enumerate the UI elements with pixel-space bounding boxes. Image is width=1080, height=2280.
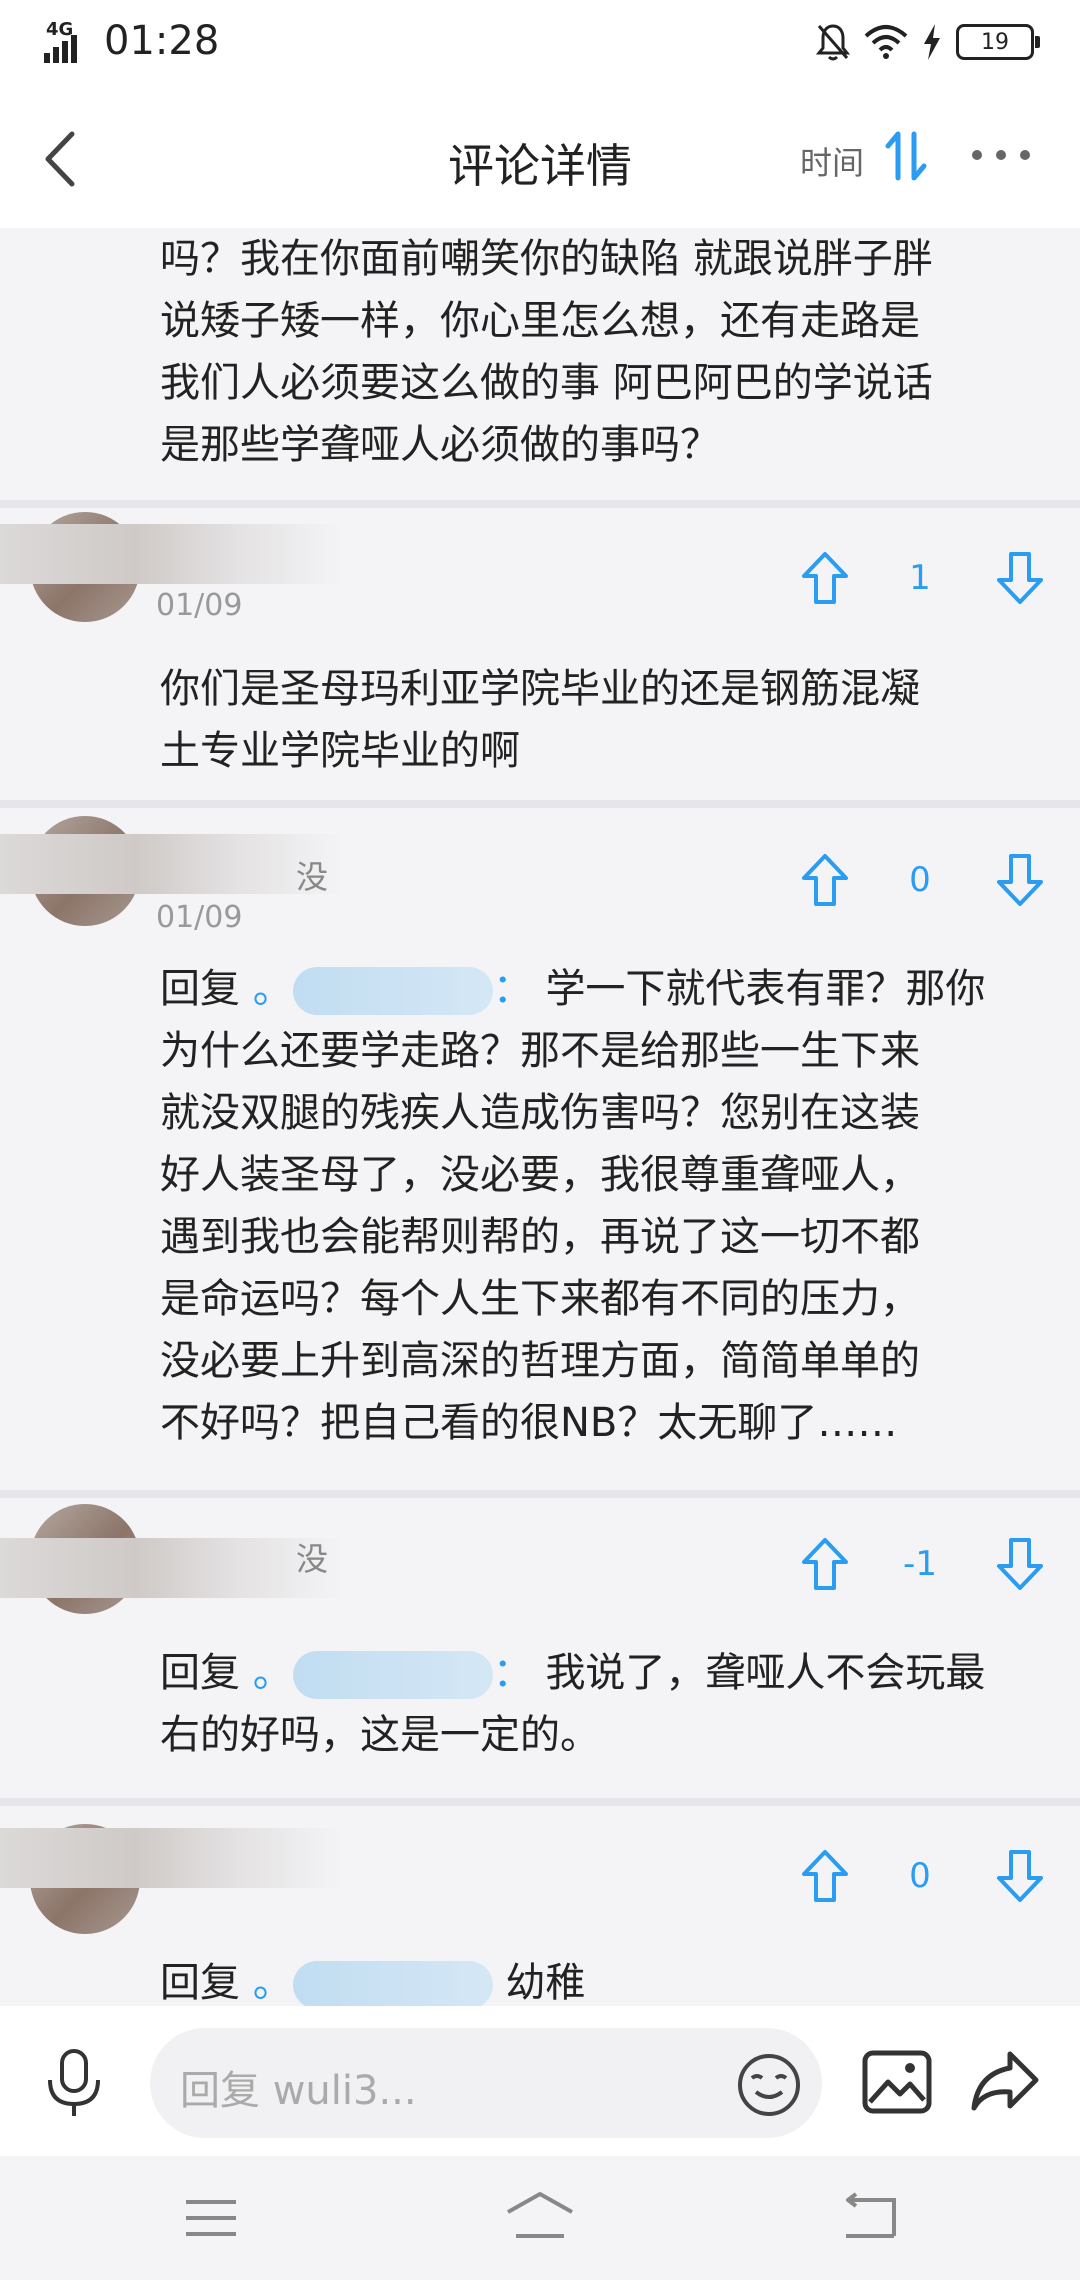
wifi-icon <box>864 25 908 59</box>
divider <box>0 1490 1080 1498</box>
comment-text: 回复 。： 学一下就代表有罪？那你 为什么还要学走路？那不是给那些一生下来 就没… <box>160 958 1040 1454</box>
battery-level: 19 <box>981 29 1009 55</box>
comment-item: 吗？我在你面前嘲笑你的缺陷 就跟说胖子胖 说矮子矮一样，你心里怎么想，还有走路是… <box>0 228 1080 500</box>
comment-line-rest: 我说了，聋哑人不会玩最 <box>545 1650 986 1696</box>
thumb-up-icon[interactable] <box>800 852 850 908</box>
vote-bar: 0 <box>0 852 1080 912</box>
share-icon[interactable] <box>970 2050 1040 2112</box>
comment-line: 好人装圣母了，没必要，我很尊重聋哑人， <box>160 1152 920 1198</box>
emoji-icon[interactable] <box>736 2052 802 2118</box>
comment-line: 为什么还要学走路？那不是给那些一生下来 <box>160 1028 920 1074</box>
comment-line: 回复 。： 学一下就代表有罪？那你 <box>160 958 1040 1020</box>
thumb-up-icon[interactable] <box>800 1848 850 1904</box>
comment-line: 就没双腿的残疾人造成伤害吗？您别在这装 <box>160 1090 920 1136</box>
mention-colon: ： <box>492 1650 533 1696</box>
system-nav-bar <box>0 2156 1080 2280</box>
comment-text: 回复 。： 我说了，聋哑人不会玩最 右的好吗，这是一定的。 <box>160 1642 1040 1766</box>
status-bar: 4G 01:28 19 <box>0 0 1080 90</box>
vote-count: 0 <box>909 860 931 900</box>
reply-placeholder: 回复 wuli3... <box>180 2068 417 2114</box>
divider <box>0 500 1080 508</box>
mention-link[interactable]: 。 <box>252 1960 493 2009</box>
microphone-icon[interactable] <box>42 2048 106 2118</box>
comment-line: 回复 。： 我说了，聋哑人不会玩最 <box>160 1642 1040 1704</box>
divider <box>0 800 1080 808</box>
vote-count: -1 <box>903 1544 937 1584</box>
status-left: 4G 01:28 <box>44 18 219 64</box>
mention-blurred <box>292 1961 493 2009</box>
reply-prefix: 回复 <box>160 1650 240 1696</box>
comment-item: 没 01/09 0 回复 。： 学一下就代表有罪？那你 为什么还要学走路？那不是… <box>0 808 1080 1490</box>
comment-item: 01/09 1 你们是圣母玛利亚学院毕业的还是钢筋混凝 土专业学院毕业的啊 <box>0 508 1080 800</box>
thumb-up-icon[interactable] <box>800 550 850 606</box>
comment-line: 土专业学院毕业的啊 <box>160 728 520 774</box>
comment-line: 吗？我在你面前嘲笑你的缺陷 就跟说胖子胖 <box>160 236 933 282</box>
charging-icon <box>924 24 940 60</box>
menu-icon[interactable] <box>184 2198 238 2238</box>
battery-icon: 19 <box>956 24 1040 60</box>
mute-bell-icon <box>816 24 850 61</box>
back-icon[interactable] <box>842 2192 898 2240</box>
comment-line: 回复 。 幼稚 <box>160 1952 1040 2014</box>
thumb-down-icon[interactable] <box>995 1848 1045 1904</box>
vote-bar: 1 <box>0 550 1080 610</box>
comment-line: 遇到我也会能帮则帮的，再说了这一切不都 <box>160 1214 920 1260</box>
vote-count: 0 <box>909 1856 931 1896</box>
mention-mark: 。 <box>252 966 293 1012</box>
clock: 01:28 <box>104 18 220 64</box>
reply-input-bar: 回复 wuli3... <box>0 2006 1080 2156</box>
mention-link[interactable]: 。： <box>252 966 533 1015</box>
comment-line-rest: 学一下就代表有罪？那你 <box>545 966 986 1012</box>
thumb-down-icon[interactable] <box>995 1536 1045 1592</box>
comment-line: 右的好吗，这是一定的。 <box>160 1712 600 1758</box>
sort-icon[interactable] <box>884 130 928 182</box>
image-icon[interactable] <box>862 2050 932 2114</box>
status-right: 19 <box>816 22 1040 62</box>
comment-line: 是那些学聋哑人必须做的事吗？ <box>160 422 720 468</box>
header: 评论详情 时间 <box>0 90 1080 228</box>
reply-prefix: 回复 <box>160 1960 240 2006</box>
mention-colon: ： <box>492 966 533 1012</box>
vote-bar: 0 <box>0 1848 1080 1908</box>
vote-count: 1 <box>909 558 931 598</box>
comment-item: 没 -1 回复 。： 我说了，聋哑人不会玩最 右的好吗，这是一定的。 <box>0 1498 1080 1798</box>
comment-line: 我们人必须要这么做的事 阿巴阿巴的学说话 <box>160 360 933 406</box>
sort-label[interactable]: 时间 <box>800 138 864 184</box>
vote-bar: -1 <box>0 1536 1080 1596</box>
comment-text: 你们是圣母玛利亚学院毕业的还是钢筋混凝 土专业学院毕业的啊 <box>160 658 1040 782</box>
reply-input[interactable]: 回复 wuli3... <box>150 2028 822 2138</box>
comment-item: 0 回复 。 幼稚 <box>0 1806 1080 2009</box>
thumb-down-icon[interactable] <box>995 852 1045 908</box>
mention-mark: 。 <box>252 1960 293 2006</box>
comment-line: 没必要上升到高深的哲理方面，简简单单的 <box>160 1338 920 1384</box>
thumb-up-icon[interactable] <box>800 1536 850 1592</box>
mention-link[interactable]: 。： <box>252 1650 533 1699</box>
mention-mark: 。 <box>252 1650 293 1696</box>
comment-text: 吗？我在你面前嘲笑你的缺陷 就跟说胖子胖 说矮子矮一样，你心里怎么想，还有走路是… <box>160 228 1040 476</box>
thumb-down-icon[interactable] <box>995 550 1045 606</box>
comment-line: 不好吗？把自己看的很NB？太无聊了…… <box>160 1400 898 1446</box>
comment-text: 回复 。 幼稚 <box>160 1952 1040 2014</box>
comment-line-rest: 幼稚 <box>505 1960 586 2006</box>
divider <box>0 1798 1080 1806</box>
mention-blurred <box>292 1651 493 1699</box>
reply-prefix: 回复 <box>160 966 240 1012</box>
home-icon[interactable] <box>504 2190 576 2240</box>
signal-icon: 4G <box>44 19 94 63</box>
mention-blurred <box>292 967 493 1015</box>
comment-line: 说矮子矮一样，你心里怎么想，还有走路是 <box>160 298 920 344</box>
comment-line: 你们是圣母玛利亚学院毕业的还是钢筋混凝 <box>160 666 920 712</box>
comment-line: 是命运吗？每个人生下来都有不同的压力， <box>160 1276 920 1322</box>
more-icon[interactable] <box>970 140 1032 170</box>
